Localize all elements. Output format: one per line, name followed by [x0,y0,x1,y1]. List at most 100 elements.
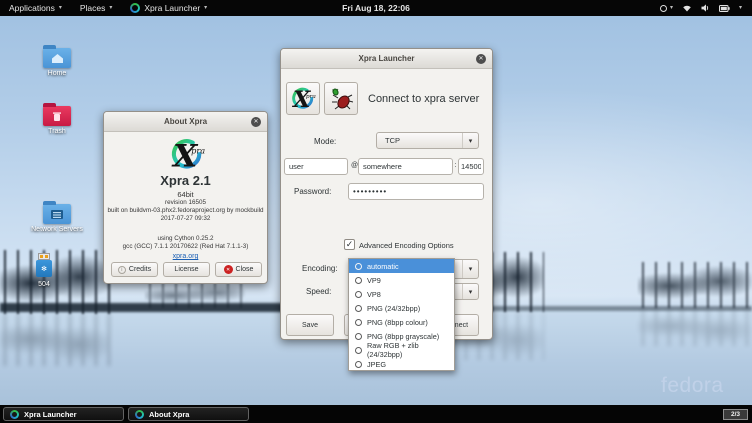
built-line: built on buildvm-03.phx2.fedoraproject.o… [104,207,267,214]
chevron-down-icon: ▾ [739,5,742,11]
launcher-title: Xpra Launcher [358,54,414,63]
mode-dropdown[interactable]: TCP ▾ [376,132,479,149]
encoding-option-vp8[interactable]: VP8 [349,287,454,301]
host-input[interactable] [358,158,453,175]
radio-icon [355,277,362,284]
save-button[interactable]: Save [286,314,334,336]
workspace-indicator[interactable]: 2/3 [723,409,748,420]
xpra-logo-icon: X pra [289,86,317,112]
chevron-down-icon: ▾ [204,5,207,11]
option-label: automatic [367,262,399,271]
encoding-option-png-8bpp-colour[interactable]: PNG (8bpp colour) [349,315,454,329]
app-menu-label: Xpra Launcher [144,3,200,13]
battery-icon [719,5,730,12]
desktop-icon-label: 504 [15,281,73,288]
option-label: VP9 [367,276,381,285]
advanced-options-label: Advanced Encoding Options [359,241,454,250]
places-menu[interactable]: Places ▾ [71,0,122,16]
wifi-icon [682,4,692,12]
mode-value: TCP [377,136,462,145]
advanced-options-checkbox[interactable]: ✓ [344,239,355,250]
app-arch: 64bit [104,190,267,199]
username-input[interactable] [284,158,348,175]
license-label: License [174,266,198,273]
applications-menu[interactable]: Applications ▾ [0,0,71,16]
password-input[interactable] [348,183,484,200]
close-dialog-button[interactable]: ✕ Close [215,262,262,277]
dialog-heading: Connect to xpra server [368,93,479,105]
speed-label: Speed: [306,287,331,296]
radio-icon [355,305,362,312]
waterline [0,303,300,312]
option-label: PNG (24/32bpp) [367,304,420,313]
xpra-org-link[interactable]: xpra.org [173,253,199,260]
taskbar-window-label: About Xpra [149,410,189,419]
launcher-titlebar[interactable]: Xpra Launcher ✕ [281,49,492,69]
xpra-icon [130,3,140,13]
svg-text:pra: pra [306,93,317,99]
encoding-option-vp9[interactable]: VP9 [349,273,454,287]
taskbar-window-xpra-launcher[interactable]: Xpra Launcher [3,407,124,421]
colon-separator: : [455,162,457,169]
svg-text:X: X [171,138,199,173]
radio-icon [355,333,362,340]
home-folder-icon [43,48,71,68]
input-source-icon [660,5,667,12]
encoding-option-png-24-32bpp[interactable]: PNG (24/32bpp) [349,301,454,315]
encoding-option-automatic[interactable]: automatic [349,259,454,273]
desktop-icon-network-servers[interactable]: Network Servers [28,200,86,233]
house-glyph [51,53,64,64]
places-label: Places [80,3,106,13]
save-label: Save [302,322,318,329]
radio-icon [355,361,362,368]
radio-icon [355,347,362,354]
built-date: 2017-07-27 09:32 [104,215,267,222]
about-titlebar[interactable]: About Xpra ✕ [104,112,267,132]
applications-label: Applications [9,3,55,13]
system-tray[interactable]: ▾ ▾ [660,4,752,12]
chevron-down-icon: ▾ [462,284,478,299]
usb-drive-icon: ✻ [35,253,53,279]
tree-silhouette [638,262,752,308]
xpra-logo-button[interactable]: X pra [286,82,320,115]
network-folder-icon [43,204,71,224]
xpra-icon [10,410,19,419]
window-list-taskbar: Xpra Launcher About Xpra 2/3 [0,405,752,423]
license-button[interactable]: License [163,262,210,277]
password-label: Password: [294,187,331,196]
port-input[interactable] [458,158,484,175]
radio-icon [355,291,362,298]
taskbar-window-about-xpra[interactable]: About Xpra [128,407,249,421]
option-label: VP8 [367,290,381,299]
encoding-label: Encoding: [302,264,338,273]
encoding-option-jpeg[interactable]: JPEG [349,357,454,371]
close-button[interactable]: ✕ [476,54,486,64]
chevron-down-icon: ▾ [109,5,112,11]
chevron-down-icon: ▾ [462,260,478,278]
server-glyph [50,209,64,220]
xpra-logo: X pra [167,137,207,173]
xpra-icon [135,410,144,419]
desktop-icon-trash[interactable]: Trash [28,102,86,135]
trash-folder-icon [43,106,71,126]
app-menu-xpra-launcher[interactable]: Xpra Launcher ▾ [121,0,216,16]
top-bar: Applications ▾ Places ▾ Xpra Launcher ▾ … [0,0,752,16]
about-xpra-window: About Xpra ✕ X pra Xpra 2.1 64bit revisi… [103,111,268,284]
option-label: Raw RGB + zlib (24/32bpp) [367,341,454,359]
encoding-option-raw-rgb-zlib[interactable]: Raw RGB + zlib (24/32bpp) [349,343,454,357]
close-icon: ✕ [253,119,258,125]
encoding-options-popup: automatic VP9 VP8 PNG (24/32bpp) PNG (8b… [348,258,455,371]
desktop-icon-usb-drive[interactable]: ✻ 504 [15,253,73,288]
debug-bugs-button[interactable] [324,82,358,115]
volume-icon [701,4,710,12]
mode-label: Mode: [314,137,336,146]
desktop-icon-home[interactable]: Home [28,44,86,77]
credits-button[interactable]: i Credits [111,262,158,277]
fedora-logo: fedora [661,374,724,398]
desktop-icon-label: Trash [28,128,86,135]
option-label: PNG (8bpp grayscale) [367,332,439,341]
credits-label: Credits [129,266,151,273]
revision-line: revision 16505 [104,199,267,206]
info-icon: i [118,266,126,274]
close-button[interactable]: ✕ [251,117,261,127]
